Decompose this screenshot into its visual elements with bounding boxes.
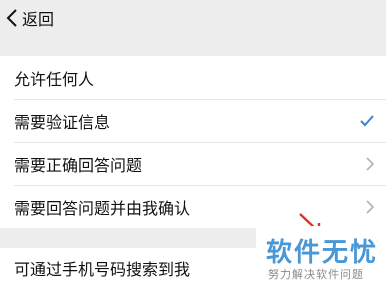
checkmark-icon <box>360 114 374 126</box>
option-label: 需要正确回答问题 <box>14 155 143 175</box>
option-answer-and-confirm[interactable]: 需要回答问题并由我确认 <box>0 185 386 228</box>
verification-options-list: 允许任何人 需要验证信息 需要正确回答问题 需要回答问题并由我确认 <box>0 56 386 228</box>
chevron-right-icon <box>366 199 374 214</box>
option-label: 需要回答问题并由我确认 <box>14 198 191 218</box>
option-label: 允许任何人 <box>14 69 95 89</box>
watermark: 软件无忧 努力解决软件问题 <box>256 226 386 292</box>
phone-search-label: 可通过手机号码搜索到我 <box>14 260 191 279</box>
option-require-verification[interactable]: 需要验证信息 <box>0 99 386 142</box>
back-label: 返回 <box>22 10 55 29</box>
option-allow-anyone[interactable]: 允许任何人 <box>0 56 386 99</box>
back-button[interactable]: 返回 <box>0 0 54 36</box>
chevron-right-icon <box>366 156 374 171</box>
watermark-subtitle: 努力解决软件问题 <box>268 268 364 281</box>
watermark-title: 软件无忧 <box>266 238 379 268</box>
option-label: 需要验证信息 <box>14 112 111 132</box>
navigation-bar: 返回 <box>0 0 386 36</box>
chevron-left-icon <box>6 9 17 27</box>
option-answer-question[interactable]: 需要正确回答问题 <box>0 142 386 185</box>
